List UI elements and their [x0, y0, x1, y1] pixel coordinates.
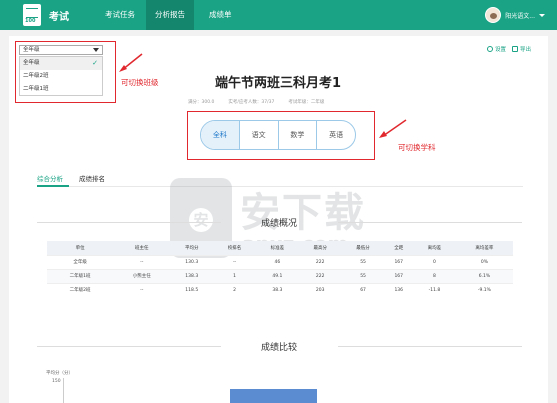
comparison-title: 成绩比较 — [260, 343, 297, 353]
section-divider — [338, 346, 522, 347]
user-menu[interactable]: 阳光语文... — [485, 6, 545, 24]
column-header: 平均分 — [170, 241, 214, 255]
column-header: 离均差率 — [455, 241, 513, 255]
y-axis-label: 平均分（分） — [46, 371, 73, 376]
avatar — [485, 7, 502, 23]
top-nav-bar: 100 考试 考试任务 分析报告 成绩单 阳光语文... — [0, 0, 557, 30]
summary-table: 单位 班主任 平均分 校排名 标准差 最高分 最低分 全距 离均差 离均差率 全… — [47, 241, 513, 297]
participants: 实考/应考人数：37/37 — [228, 100, 275, 105]
y-axis-tick: 150 — [52, 379, 61, 384]
section-divider — [37, 346, 221, 347]
table-row: 二年级1班 小熊主任 138.3 1 49.1 222 55 167 8 6.1… — [47, 268, 513, 283]
column-header: 全距 — [384, 241, 414, 255]
column-header: 标准差 — [255, 241, 299, 255]
arrow-icon — [119, 53, 143, 72]
column-header: 班主任 — [113, 241, 171, 255]
nav-analysis-report[interactable]: 分析报告 — [146, 0, 194, 30]
section-divider — [338, 222, 522, 223]
logo-text: 100 — [25, 18, 36, 24]
highlight-box-class — [15, 41, 116, 103]
arrow-icon — [379, 119, 407, 138]
column-header: 最低分 — [341, 241, 385, 255]
highlight-box-subject — [187, 111, 375, 160]
full-score: 满分：300.0 — [188, 100, 215, 105]
column-header: 最高分 — [298, 241, 342, 255]
exam-title: 端午节两班三科月考1 — [214, 76, 342, 91]
logo-lines — [26, 8, 38, 18]
section-divider — [37, 222, 221, 223]
summary-title: 成绩概况 — [260, 219, 297, 229]
annotation-subject-switch: 可切换学科 — [398, 143, 436, 152]
exam-meta: 满分：300.0 实考/应考人数：37/37 考试年级：二年级 — [188, 99, 324, 105]
user-name: 阳光语文... — [505, 12, 535, 20]
column-header: 单位 — [47, 241, 114, 255]
exam-grade: 考试年级：二年级 — [288, 100, 325, 105]
nav-exam-tasks[interactable]: 考试任务 — [96, 0, 144, 30]
table-row: 二年级2班 -- 118.5 2 38.3 203 67 136 -11.8 -… — [47, 282, 513, 297]
column-header: 离均差 — [413, 241, 456, 255]
app-logo[interactable]: 100 — [23, 4, 41, 26]
report-tabs: 综合分析 成绩排名 — [37, 173, 105, 183]
column-header: 校排名 — [213, 241, 256, 255]
table-row: 全年级 -- 130.3 -- 46 222 55 167 0 0% — [47, 254, 513, 269]
tab-divider — [37, 186, 523, 187]
settings-button[interactable]: 设置 — [486, 45, 506, 53]
nav-transcript[interactable]: 成绩单 — [200, 0, 241, 30]
gear-icon — [486, 46, 493, 52]
table-header-row: 单位 班主任 平均分 校排名 标准差 最高分 最低分 全距 离均差 离均差率 — [47, 241, 513, 255]
export-button[interactable]: 导出 — [511, 45, 531, 53]
app-brand: 考试 — [49, 12, 69, 23]
active-tab-indicator — [37, 185, 69, 187]
annotation-class-switch: 可切换班级 — [121, 78, 159, 87]
y-axis-line — [63, 378, 64, 403]
chevron-down-icon — [539, 13, 545, 17]
tab-score-ranking[interactable]: 成绩排名 — [79, 173, 105, 183]
tab-overall-analysis[interactable]: 综合分析 — [37, 173, 63, 183]
export-icon — [511, 46, 518, 52]
toolbar: 设置 导出 — [486, 45, 531, 53]
chart-bar — [230, 389, 317, 403]
